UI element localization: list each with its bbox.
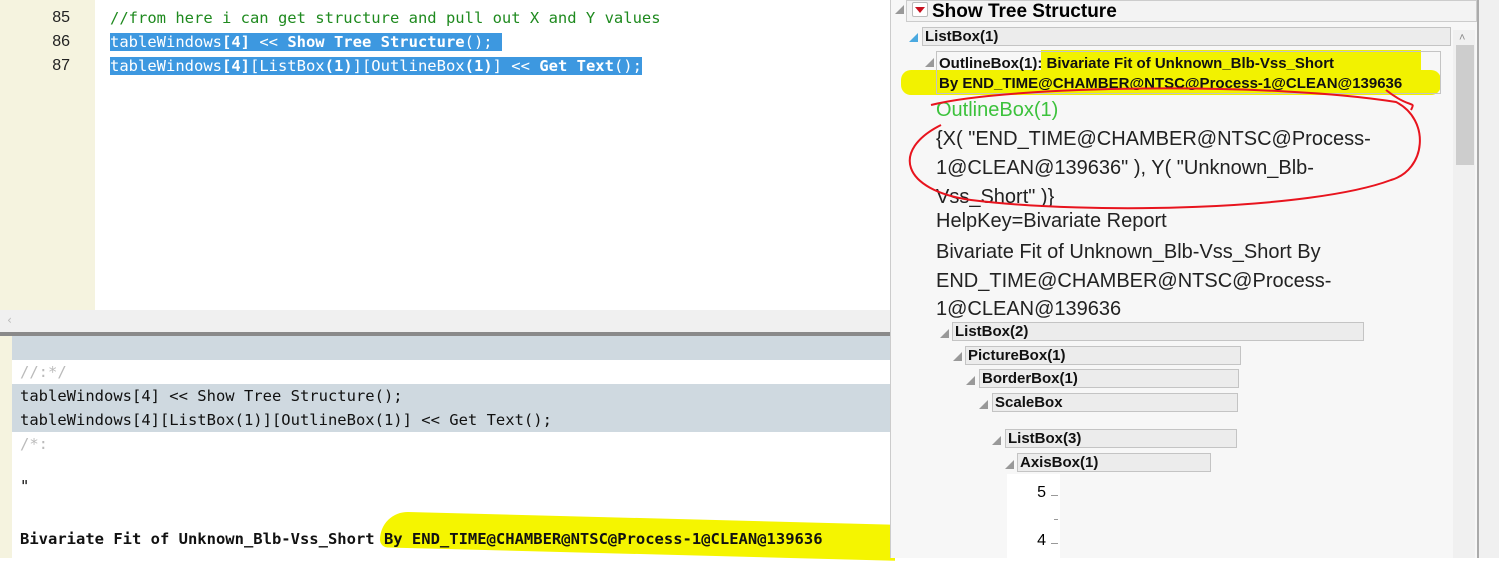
scroll-up-icon[interactable]: ˄	[1459, 32, 1465, 44]
log-line: tableWindows[4] << Show Tree Structure()…	[20, 387, 403, 405]
tree-node-scalebox[interactable]: ScaleBox	[992, 393, 1238, 412]
title-text: Bivariate Fit of Unknown_Blb-Vss_Short B…	[936, 241, 1321, 263]
collapse-triangle-icon[interactable]	[966, 376, 975, 385]
tree-node-listbox1[interactable]: ListBox(1)	[922, 27, 1451, 46]
red-dropdown-icon[interactable]	[912, 2, 928, 17]
log-line: "	[20, 477, 30, 495]
axis-box: 5 4	[1007, 474, 1060, 558]
axis-minor-tick	[1054, 519, 1058, 520]
tree-title: Show Tree Structure	[932, 1, 1117, 22]
script-editor[interactable]: 85 86 87 //from here i can get structure…	[0, 0, 890, 310]
collapse-triangle-icon[interactable]	[979, 400, 988, 409]
log-gutter	[0, 336, 12, 558]
collapse-triangle-icon[interactable]	[1005, 460, 1014, 469]
tree-node-listbox2[interactable]: ListBox(2)	[952, 322, 1364, 341]
title-text: END_TIME@CHAMBER@NTSC@Process-	[936, 270, 1332, 292]
code-token: tableWindows	[110, 57, 222, 75]
code-token: <<	[249, 33, 288, 51]
code-token: [4]	[221, 33, 250, 51]
horizontal-scrollbar[interactable]: ‹	[0, 310, 890, 332]
code-token: ] <<	[492, 57, 540, 75]
code-token: [4]	[221, 57, 250, 75]
log-line: tableWindows[4][ListBox(1)][OutlineBox(1…	[20, 411, 552, 429]
code-token: ();	[613, 57, 642, 75]
tree-node-listbox3[interactable]: ListBox(3)	[1005, 429, 1237, 448]
collapse-triangle-icon[interactable]	[992, 436, 1001, 445]
line-number: 86	[52, 33, 70, 50]
code-token: ();	[464, 33, 493, 51]
code-token: Show Tree Structure	[287, 33, 465, 51]
collapse-triangle-icon[interactable]	[953, 352, 962, 361]
axis-tick	[1051, 543, 1058, 544]
code-line-87[interactable]: tableWindows[4][ListBox(1)][OutlineBox(1…	[110, 55, 642, 78]
code-token: tableWindows	[110, 33, 222, 51]
code-token: ][OutlineBox	[352, 57, 465, 75]
log-output-line: Bivariate Fit of Unknown_Blb-Vss_Short B…	[20, 530, 823, 548]
tree-node-axisbox1[interactable]: AxisBox(1)	[1017, 453, 1211, 472]
tree-node-borderbox1[interactable]: BorderBox(1)	[979, 369, 1239, 388]
node-label: OutlineBox(1): Bivariate Fit of Unknown_…	[939, 55, 1335, 72]
axis-tick-label: 5	[1037, 484, 1046, 501]
scroll-left-icon[interactable]: ‹	[6, 313, 13, 327]
tree-node-picturebox1[interactable]: PictureBox(1)	[965, 346, 1241, 365]
code-token: [ListBox	[249, 57, 325, 75]
scrollbar-thumb[interactable]	[1456, 45, 1474, 165]
red-annotation-ellipse	[908, 87, 1421, 210]
code-token: (1)	[324, 57, 353, 75]
line-number: 85	[52, 9, 70, 26]
window-edge	[1477, 0, 1499, 558]
line-number: 87	[52, 57, 70, 74]
code-token: (1)	[464, 57, 493, 75]
code-token: Get Text	[539, 57, 614, 75]
expand-triangle-icon[interactable]	[909, 33, 918, 42]
collapse-triangle-icon[interactable]	[940, 329, 949, 338]
tree-structure-window: Show Tree Structure ListBox(1) OutlineBo…	[890, 0, 1499, 558]
axis-tick-label: 4	[1037, 532, 1046, 549]
log-line: /*:	[20, 435, 48, 453]
code-comment-line[interactable]: //from here i can get structure and pull…	[110, 7, 661, 30]
axis-tick	[1051, 495, 1058, 496]
log-band	[12, 336, 890, 360]
code-line-86[interactable]: tableWindows[4] << Show Tree Structure()…	[110, 31, 502, 54]
collapse-triangle-icon[interactable]	[895, 5, 904, 14]
collapse-triangle-icon[interactable]	[925, 58, 934, 67]
log-line: //:*/	[20, 363, 67, 381]
line-number-gutter: 85 86 87	[0, 0, 95, 310]
title-text: 1@CLEAN@139636	[936, 298, 1122, 320]
